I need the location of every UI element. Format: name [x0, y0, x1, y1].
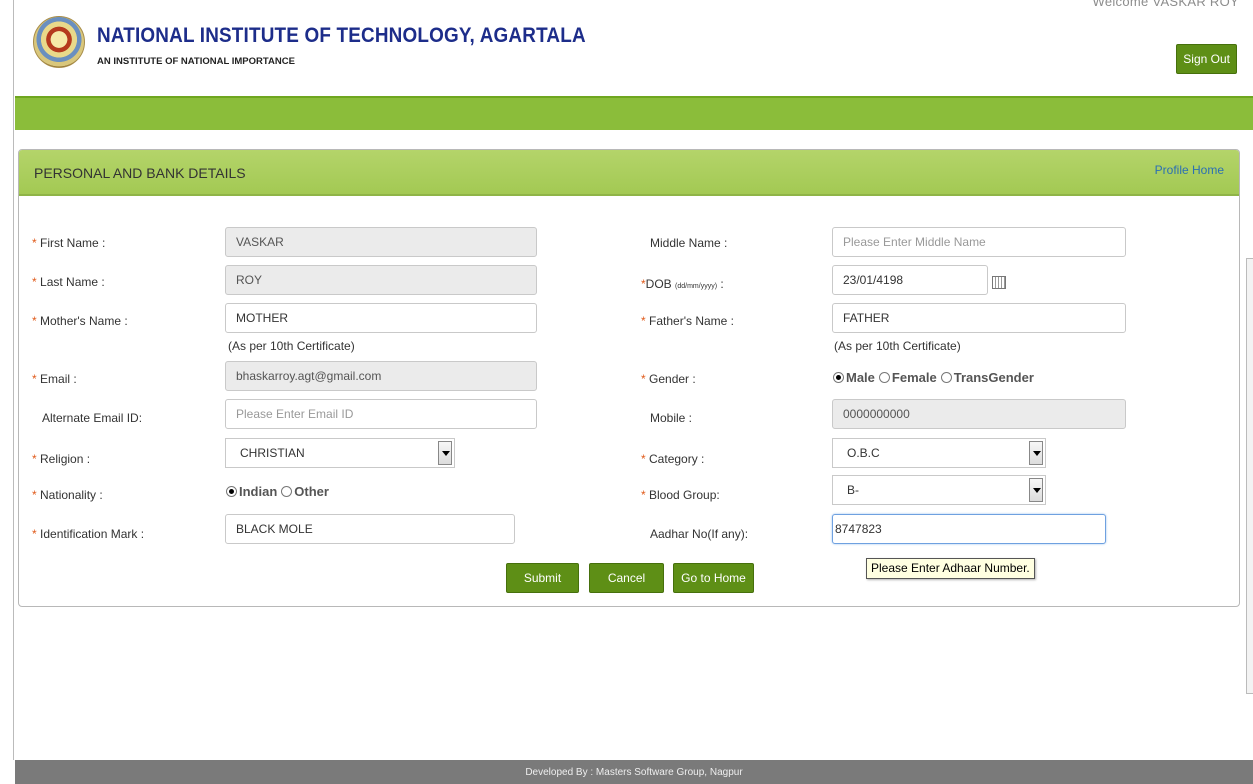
first-name-label: * First Name :	[32, 236, 106, 250]
scrollbar[interactable]	[1246, 258, 1253, 694]
submit-button[interactable]: Submit	[506, 563, 579, 593]
nationality-indian-option[interactable]: Indian	[226, 484, 277, 499]
religion-label: * Religion :	[32, 452, 91, 466]
id-mark-label: * Identification Mark :	[32, 527, 145, 541]
email-label: * Email :	[32, 372, 77, 386]
institute-logo	[33, 16, 85, 68]
gender-female-radio[interactable]	[878, 372, 890, 383]
institute-name: NATIONAL INSTITUTE OF TECHNOLOGY, AGARTA…	[97, 24, 586, 47]
chevron-down-icon[interactable]	[1029, 441, 1043, 465]
blood-group-select[interactable]: B-	[832, 475, 1046, 505]
panel-header: PERSONAL AND BANK DETAILS Profile Home	[19, 150, 1239, 196]
middle-name-label: Middle Name :	[650, 236, 728, 250]
gender-male-radio[interactable]	[833, 372, 844, 383]
aadhar-label: Aadhar No(If any):	[650, 527, 749, 541]
father-name-note: (As per 10th Certificate)	[834, 339, 961, 353]
nationality-label: * Nationality :	[32, 488, 103, 502]
mother-name-label: * Mother's Name :	[32, 314, 128, 328]
institute-subtitle: AN INSTITUTE OF NATIONAL IMPORTANCE	[97, 56, 295, 67]
panel-title: PERSONAL AND BANK DETAILS	[34, 165, 246, 181]
category-value: O.B.C	[847, 446, 880, 460]
dob-label: *DOB (dd/mm/yyyy) :	[641, 277, 724, 291]
mobile-input[interactable]: 0000000000	[832, 399, 1126, 429]
chevron-down-icon[interactable]	[438, 441, 452, 465]
nationality-other-option[interactable]: Other	[281, 484, 329, 499]
chevron-down-icon[interactable]	[1029, 478, 1043, 502]
gender-female-option[interactable]: Female	[878, 370, 937, 385]
alt-email-label: Alternate Email ID:	[42, 411, 143, 425]
blood-group-label: * Blood Group:	[641, 488, 720, 502]
calendar-icon[interactable]	[992, 276, 1006, 289]
profile-home-link[interactable]: Profile Home	[1155, 163, 1224, 177]
mother-name-note: (As per 10th Certificate)	[228, 339, 355, 353]
cancel-button[interactable]: Cancel	[589, 563, 664, 593]
email-input[interactable]: bhaskarroy.agt@gmail.com	[225, 361, 537, 391]
id-mark-input[interactable]: BLACK MOLE	[225, 514, 515, 544]
nav-bar	[15, 96, 1253, 130]
gender-transgender-option[interactable]: TransGender	[940, 370, 1034, 385]
religion-value: CHRISTIAN	[240, 446, 305, 460]
middle-name-input[interactable]: Please Enter Middle Name	[832, 227, 1126, 257]
last-name-label: * Last Name :	[32, 275, 105, 289]
gender-male-option[interactable]: Male	[833, 370, 875, 385]
aadhar-input[interactable]: 8747823	[832, 514, 1106, 544]
aadhar-tooltip: Please Enter Adhaar Number.	[866, 558, 1035, 579]
nationality-other-radio[interactable]	[281, 486, 293, 497]
window-left-edge	[0, 0, 14, 760]
father-name-label: * Father's Name :	[641, 314, 734, 328]
last-name-input[interactable]: ROY	[225, 265, 537, 295]
category-label: * Category :	[641, 452, 705, 466]
go-to-home-button[interactable]: Go to Home	[673, 563, 754, 593]
gender-label: * Gender :	[641, 372, 696, 386]
father-name-input[interactable]: FATHER	[832, 303, 1126, 333]
religion-select[interactable]: CHRISTIAN	[225, 438, 455, 468]
sign-out-button[interactable]: Sign Out	[1176, 44, 1237, 74]
category-select[interactable]: O.B.C	[832, 438, 1046, 468]
nationality-radio-group: Indian Other	[226, 484, 333, 499]
gender-transgender-radio[interactable]	[940, 372, 952, 383]
first-name-input[interactable]: VASKAR	[225, 227, 537, 257]
nationality-indian-radio[interactable]	[226, 486, 237, 497]
blood-group-value: B-	[847, 483, 859, 497]
welcome-text: Welcome VASKAR ROY	[1092, 0, 1239, 9]
dob-input[interactable]: 23/01/4198	[832, 265, 988, 295]
alt-email-input[interactable]: Please Enter Email ID	[225, 399, 537, 429]
mobile-label: Mobile :	[650, 411, 693, 425]
footer: Developed By : Masters Software Group, N…	[15, 760, 1253, 784]
mother-name-input[interactable]: MOTHER	[225, 303, 537, 333]
site-header: NATIONAL INSTITUTE OF TECHNOLOGY, AGARTA…	[15, 0, 1253, 96]
gender-radio-group: Male Female TransGender	[833, 370, 1038, 385]
